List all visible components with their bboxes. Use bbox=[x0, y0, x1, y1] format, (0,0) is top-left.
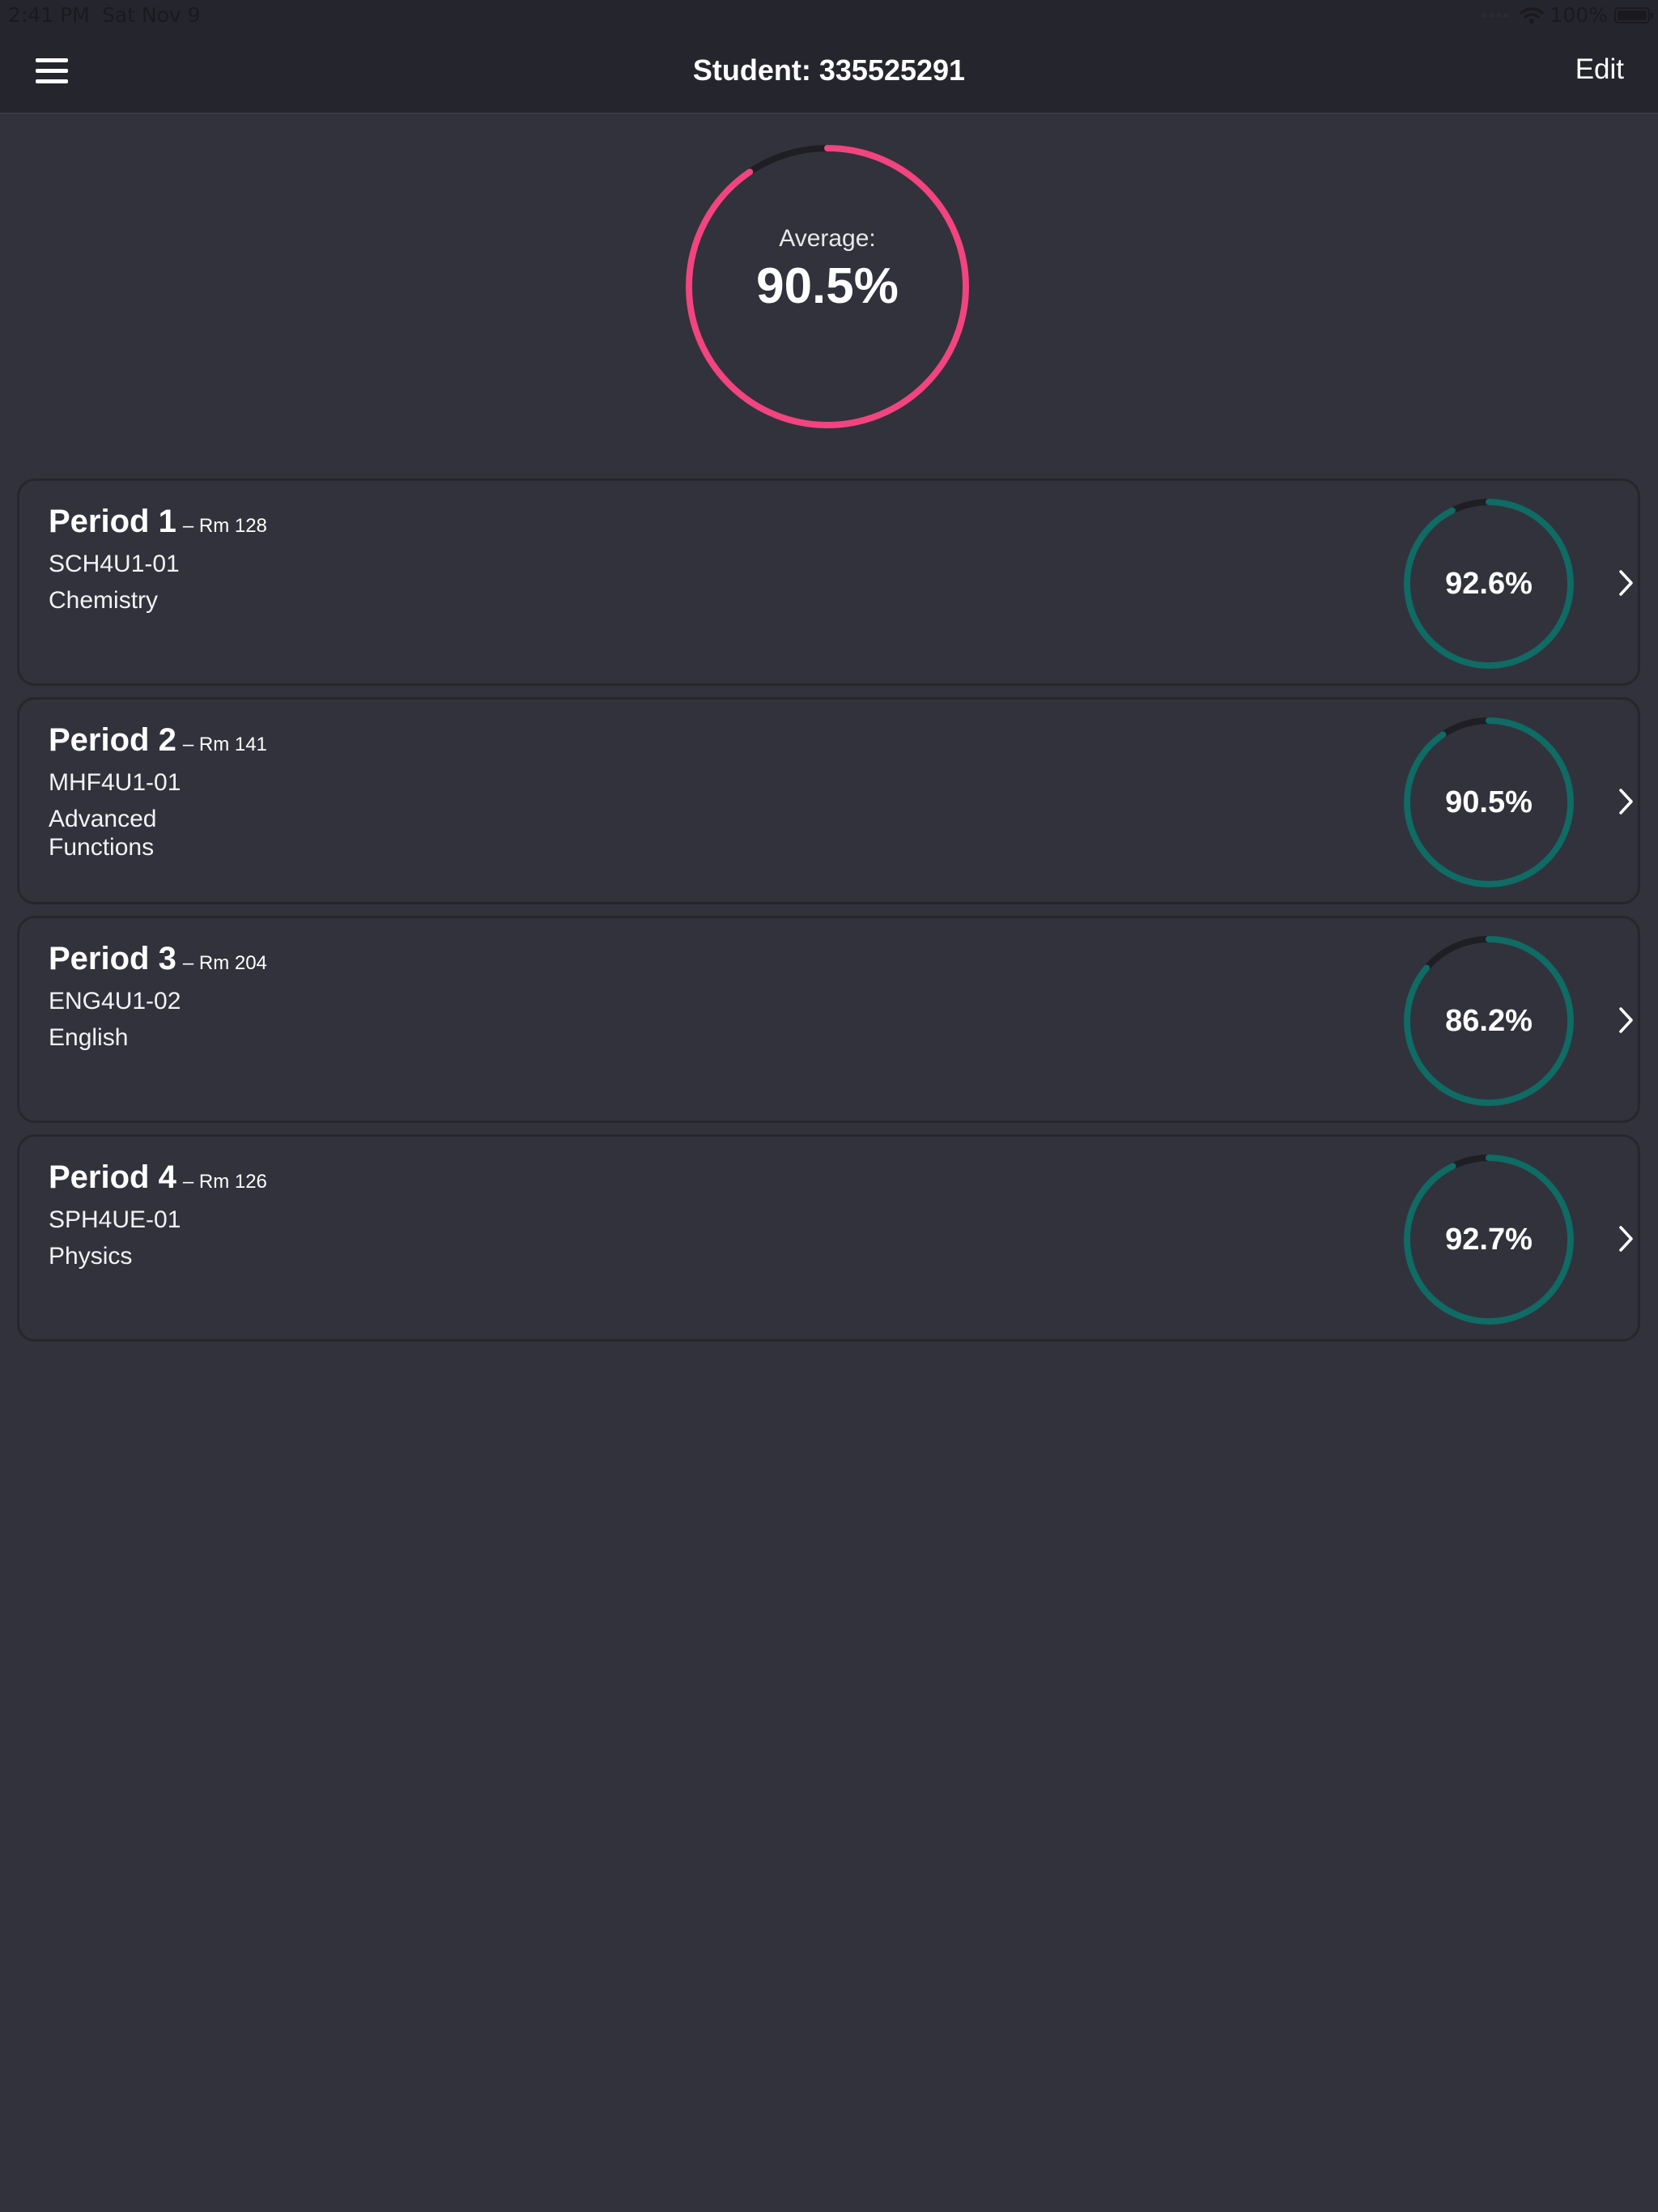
course-subject: Physics bbox=[49, 1243, 133, 1270]
course-card-period-3[interactable]: Period 3 – Rm 204 ENG4U1-02 English 86.2% bbox=[17, 916, 1640, 1123]
cellular-signal-icon bbox=[1482, 13, 1508, 17]
chevron-right-icon bbox=[1619, 1226, 1633, 1252]
nav-bar: Student: 335525291 Edit bbox=[0, 32, 1658, 114]
course-heading: Period 1 – Rm 128 bbox=[49, 504, 267, 540]
course-subject: English bbox=[49, 1024, 129, 1051]
course-subject: Advanced Functions bbox=[49, 806, 157, 861]
battery-percent: 100% bbox=[1550, 3, 1608, 27]
period-label: Period 4 bbox=[49, 1159, 176, 1195]
room-label: – Rm 126 bbox=[182, 1171, 267, 1193]
course-code: SCH4U1-01 bbox=[49, 551, 180, 577]
course-heading: Period 3 – Rm 204 bbox=[49, 941, 267, 977]
course-code: SPH4UE-01 bbox=[49, 1206, 181, 1233]
grade-value: 92.7% bbox=[1445, 1223, 1533, 1257]
average-value: 90.5% bbox=[756, 258, 899, 314]
chevron-right-icon bbox=[1619, 789, 1633, 815]
status-date: Sat Nov 9 bbox=[102, 3, 201, 27]
period-label: Period 1 bbox=[49, 504, 176, 539]
average-label: Average: bbox=[779, 225, 876, 252]
room-label: – Rm 204 bbox=[182, 952, 267, 974]
course-card-period-4[interactable]: Period 4 – Rm 126 SPH4UE-01 Physics 92.7% bbox=[17, 1134, 1640, 1342]
period-label: Period 3 bbox=[49, 941, 176, 976]
chevron-right-icon bbox=[1619, 1007, 1633, 1033]
chevron-right-icon bbox=[1619, 570, 1633, 596]
edit-button[interactable]: Edit bbox=[1575, 53, 1624, 86]
course-heading: Period 2 – Rm 141 bbox=[49, 722, 267, 759]
grade-value: 92.6% bbox=[1445, 567, 1533, 601]
course-subject: Chemistry bbox=[49, 587, 159, 614]
room-label: – Rm 141 bbox=[182, 734, 267, 755]
course-heading: Period 4 – Rm 126 bbox=[49, 1159, 267, 1196]
grade-value: 86.2% bbox=[1445, 1004, 1533, 1038]
grade-value: 90.5% bbox=[1445, 785, 1533, 819]
room-label: – Rm 128 bbox=[182, 515, 267, 537]
wifi-icon bbox=[1519, 6, 1544, 23]
battery-icon bbox=[1614, 6, 1653, 23]
course-code: MHF4U1-01 bbox=[49, 769, 181, 796]
status-right: 100% bbox=[1482, 3, 1653, 27]
status-bar: 2:41 PM Sat Nov 9 100% bbox=[0, 0, 1658, 32]
course-code: ENG4U1-02 bbox=[49, 988, 181, 1015]
page-title: Student: 335525291 bbox=[692, 53, 966, 87]
course-card-period-2[interactable]: Period 2 – Rm 141 MHF4U1-01 Advanced Func… bbox=[17, 697, 1640, 904]
course-card-period-1[interactable]: Period 1 – Rm 128 SCH4U1-01 Chemistry 92.… bbox=[17, 479, 1640, 686]
average-display: Average: 90.5% bbox=[685, 144, 970, 429]
status-time: 2:41 PM bbox=[8, 3, 90, 27]
period-label: Period 2 bbox=[49, 722, 176, 758]
